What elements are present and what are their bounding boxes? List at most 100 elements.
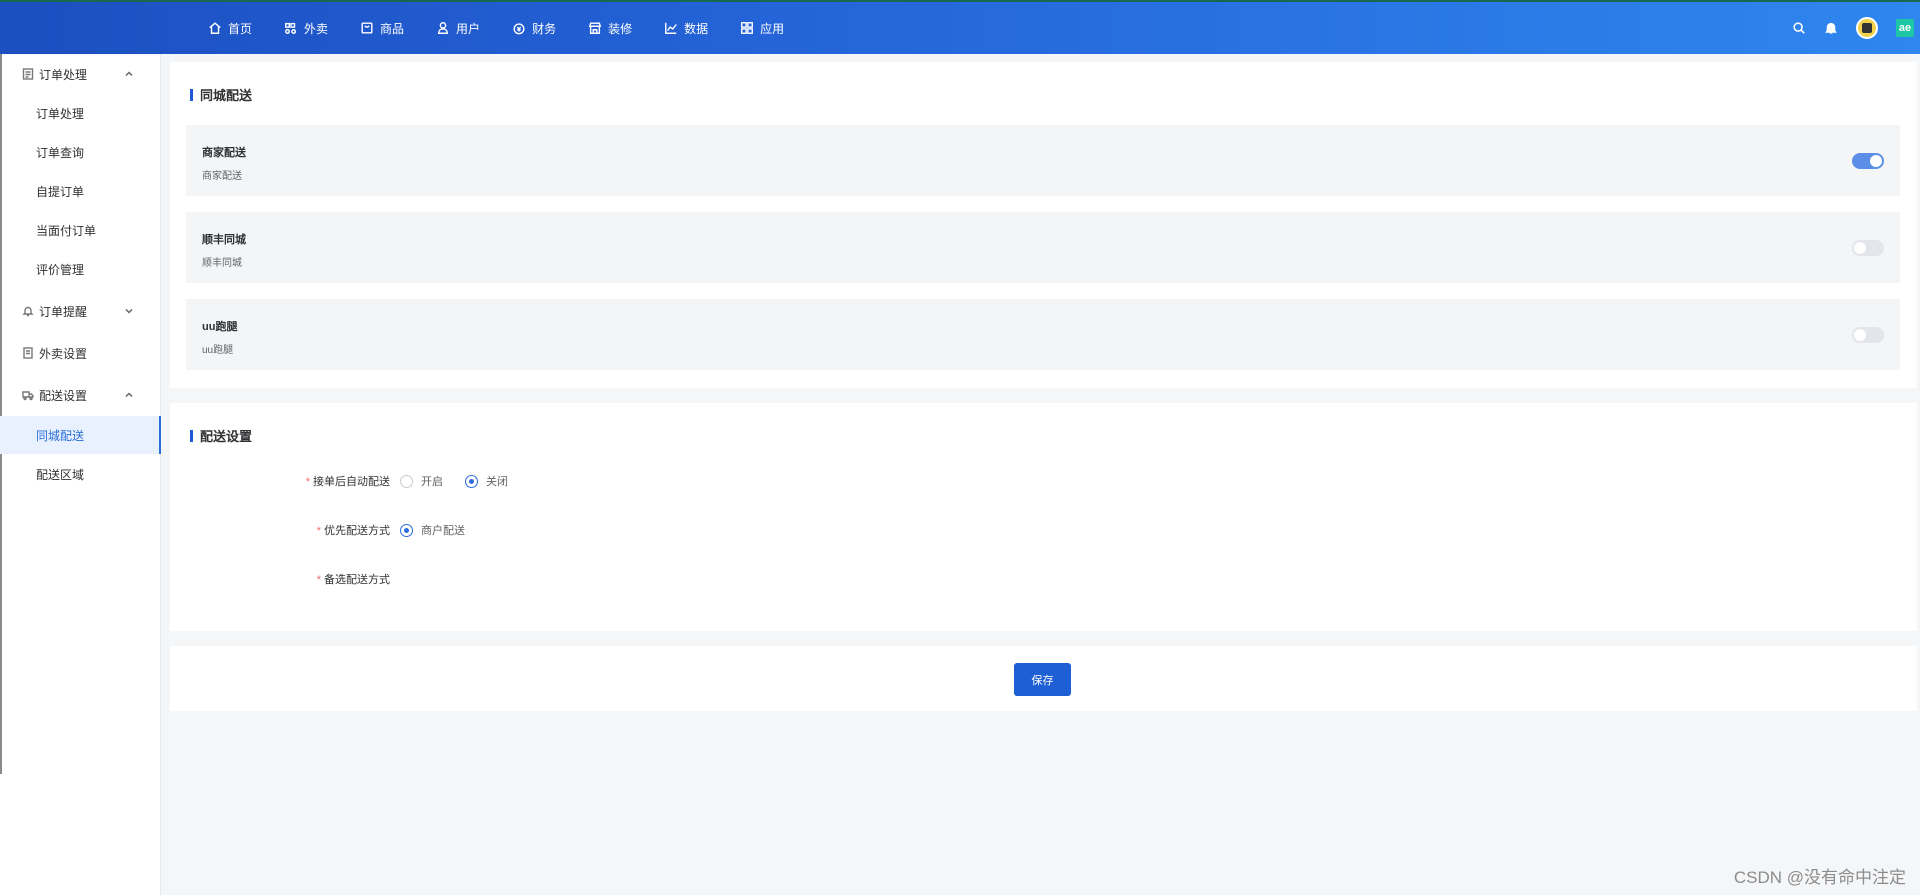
required-mark: * <box>316 574 321 586</box>
sidebar-item-label: 评价管理 <box>36 262 85 277</box>
sidebar-group-label: 外卖设置 <box>39 346 88 361</box>
avatar[interactable] <box>1856 17 1878 39</box>
sidebar-item-pickup-orders[interactable]: 自提订单 <box>0 172 161 210</box>
search-icon <box>1793 22 1805 34</box>
grid-icon <box>741 22 754 34</box>
avatar-image <box>1862 23 1872 33</box>
label-text: 优先配送方式 <box>324 525 390 537</box>
sidebar-item-reviews[interactable]: 评价管理 <box>0 250 161 288</box>
chevron-down-icon <box>125 308 133 314</box>
sidebar-item-delivery-area[interactable]: 配送区域 <box>0 455 161 493</box>
option-name: uu跑腿 <box>202 321 238 333</box>
toggle-knob <box>1870 155 1882 167</box>
truck-icon <box>22 391 34 401</box>
bike-icon <box>285 22 297 34</box>
section-title-text: 同城配送 <box>200 88 253 103</box>
sidebar-group-reminder[interactable]: 订单提醒 <box>0 295 161 327</box>
nav-label: 财务 <box>532 21 557 36</box>
label-text: 备选配送方式 <box>324 574 390 586</box>
radio-circle <box>400 474 413 488</box>
search-button[interactable] <box>1792 21 1806 35</box>
watermark: CSDN @没有命中注定 <box>1733 868 1906 887</box>
nav-label: 数据 <box>684 21 709 36</box>
nav-takeout[interactable]: 外卖 <box>284 20 328 37</box>
chevron-up-icon <box>125 392 133 398</box>
radio-label: 开启 <box>421 476 443 488</box>
chart-icon <box>665 22 677 34</box>
sidebar-item-facepay-orders[interactable]: 当面付订单 <box>0 211 161 249</box>
title-accent-bar <box>190 88 193 101</box>
store-icon <box>588 22 602 34</box>
nav-decorate[interactable]: 装修 <box>588 20 632 37</box>
notification-button[interactable] <box>1824 21 1838 35</box>
form-row-priority-delivery: * 优先配送方式 商户配送 <box>170 522 487 538</box>
sidebar-group-delivery-settings[interactable]: 配送设置 <box>0 379 161 411</box>
nav-label: 商品 <box>380 21 405 36</box>
document-icon <box>22 68 34 80</box>
uu-delivery-toggle[interactable] <box>1852 327 1884 343</box>
sidebar-group-order[interactable]: 订单处理 <box>0 58 161 90</box>
top-right-tools: ae <box>1774 2 1920 54</box>
top-navbar: 首页 外卖 商品 用户 财务 装修 数据 应用 ae <box>0 0 1920 54</box>
priority-merchant-radio[interactable]: 商户配送 <box>400 522 465 538</box>
nav-label: 应用 <box>760 21 785 36</box>
backup-delivery-label: * 备选配送方式 <box>170 571 400 587</box>
nav-apps[interactable]: 应用 <box>740 20 784 37</box>
sidebar-item-label: 订单处理 <box>36 106 85 121</box>
section-title-text: 配送设置 <box>200 429 253 444</box>
nav-home[interactable]: 首页 <box>208 20 252 37</box>
auto-delivery-off-radio[interactable]: 关闭 <box>465 473 508 489</box>
toggle-knob <box>1854 329 1866 341</box>
option-desc: uu跑腿 <box>202 345 234 356</box>
title-accent-bar <box>190 429 193 442</box>
required-mark: * <box>305 476 310 488</box>
radio-circle <box>465 474 478 488</box>
sidebar-item-label: 同城配送 <box>36 428 85 443</box>
nav-label: 首页 <box>228 21 253 36</box>
money-icon <box>513 23 525 35</box>
sidebar-item-label: 自提订单 <box>36 184 85 199</box>
nav-goods[interactable]: 商品 <box>360 20 404 37</box>
brand-logo[interactable]: ae <box>1896 19 1914 37</box>
sidebar-item-city-delivery[interactable]: 同城配送 <box>0 416 161 454</box>
sidebar-group-label: 订单处理 <box>39 67 88 82</box>
section-title-delivery-settings: 配送设置 <box>190 426 252 445</box>
option-desc: 商家配送 <box>202 171 242 182</box>
auto-delivery-on-radio[interactable]: 开启 <box>400 473 443 489</box>
delivery-option-uu: uu跑腿 uu跑腿 <box>186 299 1900 370</box>
nav-finance[interactable]: 财务 <box>512 20 556 37</box>
label-text: 接单后自动配送 <box>313 476 390 488</box>
sidebar-group-takeout-settings[interactable]: 外卖设置 <box>0 337 161 369</box>
required-mark: * <box>316 525 321 537</box>
nav-data[interactable]: 数据 <box>664 20 708 37</box>
option-desc: 顺丰同城 <box>202 258 242 269</box>
home-icon <box>209 22 221 34</box>
delivery-settings-card: 配送设置 * 接单后自动配送 开启 关闭 * 优先配送方式 商户配送 * 备选配送方式 <box>170 403 1917 631</box>
sidebar-item-label: 当面付订单 <box>36 223 97 238</box>
radio-label: 商户配送 <box>421 525 465 537</box>
bell-icon <box>1825 22 1837 34</box>
sidebar-item-label: 订单查询 <box>36 145 85 160</box>
sidebar-group-label: 配送设置 <box>39 388 88 403</box>
form-row-auto-delivery: * 接单后自动配送 开启 关闭 <box>170 473 530 489</box>
priority-delivery-label: * 优先配送方式 <box>170 522 400 538</box>
nav-label: 装修 <box>608 21 633 36</box>
save-button[interactable]: 保存 <box>1014 663 1071 696</box>
option-name: 顺丰同城 <box>202 234 246 246</box>
nav-label: 外卖 <box>304 21 329 36</box>
option-name: 商家配送 <box>202 147 246 159</box>
bag-icon <box>361 22 373 34</box>
city-delivery-card: 同城配送 商家配送 商家配送 顺丰同城 顺丰同城 uu跑腿 uu跑腿 <box>170 62 1917 388</box>
radio-label: 关闭 <box>486 476 508 488</box>
auto-delivery-label: * 接单后自动配送 <box>170 473 400 489</box>
toggle-knob <box>1854 242 1866 254</box>
chevron-up-icon <box>125 71 133 77</box>
nav-users[interactable]: 用户 <box>436 20 480 37</box>
sidebar-item-order-query[interactable]: 订单查询 <box>0 133 161 171</box>
nav-label: 用户 <box>456 21 481 36</box>
delivery-option-merchant: 商家配送 商家配送 <box>186 125 1900 196</box>
sf-delivery-toggle[interactable] <box>1852 240 1884 256</box>
sidebar-item-order-processing[interactable]: 订单处理 <box>0 94 161 132</box>
radio-circle <box>400 523 413 537</box>
merchant-delivery-toggle[interactable] <box>1852 153 1884 169</box>
